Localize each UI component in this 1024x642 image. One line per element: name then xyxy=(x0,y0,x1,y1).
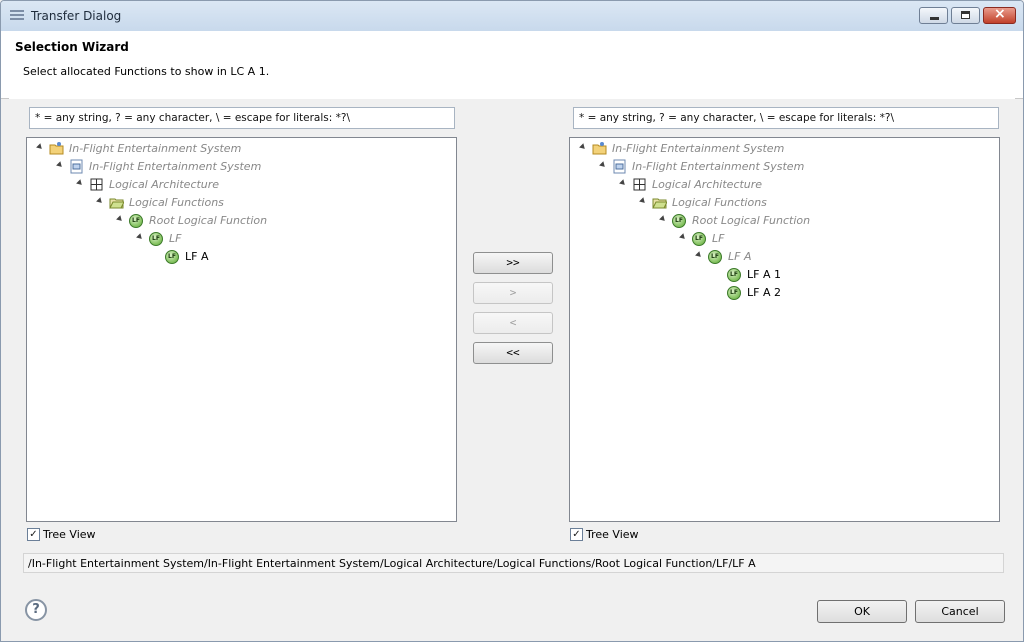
architecture-grid-icon xyxy=(633,178,646,191)
tree-node-label: LF A xyxy=(185,250,209,263)
logical-function-icon: LF xyxy=(692,232,706,246)
window-title: Transfer Dialog xyxy=(31,9,122,23)
tree-node-label: Root Logical Function xyxy=(692,214,811,227)
expand-toggle-icon[interactable] xyxy=(76,179,84,187)
expand-toggle-icon[interactable] xyxy=(116,215,124,223)
tree-node-label: In-Flight Entertainment System xyxy=(89,160,262,173)
logical-function-icon: LF xyxy=(727,286,741,300)
tree-node-label: Logical Architecture xyxy=(652,178,763,191)
tree-node-label: LF xyxy=(712,232,725,245)
right-filter-input[interactable] xyxy=(573,107,999,129)
close-icon: × xyxy=(994,6,1006,22)
header-divider xyxy=(9,98,1015,99)
checkbox-label: Tree View xyxy=(586,528,639,541)
close-button[interactable]: × xyxy=(983,6,1016,24)
expand-toggle-icon[interactable] xyxy=(579,143,587,151)
expand-toggle-icon[interactable] xyxy=(136,233,144,241)
expand-toggle-icon[interactable] xyxy=(96,197,104,205)
tree-node-label: LF xyxy=(169,232,182,245)
left-tree[interactable]: In-Flight Entertainment System In-Flight… xyxy=(26,137,457,522)
wizard-header: Selection Wizard Select allocated Functi… xyxy=(1,31,1023,99)
right-tree[interactable]: In-Flight Entertainment System In-Flight… xyxy=(569,137,1000,522)
expand-toggle-icon[interactable] xyxy=(56,161,64,169)
tree-node-label: In-Flight Entertainment System xyxy=(632,160,805,173)
tree-node-label: LF A xyxy=(728,250,752,263)
tree-node-label: In-Flight Entertainment System xyxy=(612,142,785,155)
folder-icon xyxy=(652,198,667,209)
logical-function-icon: LF xyxy=(708,250,722,264)
tree-node-label: Root Logical Function xyxy=(149,214,268,227)
minimize-button[interactable] xyxy=(919,7,948,24)
tree-node-label: Logical Functions xyxy=(129,196,224,209)
architecture-grid-icon xyxy=(90,178,103,191)
title-bar[interactable]: Transfer Dialog × xyxy=(1,1,1023,31)
checkbox-label: Tree View xyxy=(43,528,96,541)
ok-button[interactable]: OK xyxy=(817,600,907,623)
minimize-icon xyxy=(930,17,939,20)
add-button[interactable]: > xyxy=(473,282,553,304)
remove-button[interactable]: < xyxy=(473,312,553,334)
selected-path-field: /In-Flight Entertainment System/In-Fligh… xyxy=(23,553,1004,573)
expand-toggle-icon[interactable] xyxy=(695,251,703,259)
folder-icon xyxy=(109,198,124,209)
project-folder-icon xyxy=(49,142,64,155)
wizard-description: Select allocated Functions to show in LC… xyxy=(23,65,270,78)
cancel-button[interactable]: Cancel xyxy=(915,600,1005,623)
tree-node-label: LF A 2 xyxy=(747,286,781,299)
logical-function-icon: LF xyxy=(727,268,741,282)
tree-node-label: In-Flight Entertainment System xyxy=(69,142,242,155)
tree-node-label: Logical Functions xyxy=(672,196,767,209)
maximize-button[interactable] xyxy=(951,7,980,24)
expand-toggle-icon[interactable] xyxy=(679,233,687,241)
tree-node-label: LF A 1 xyxy=(747,268,781,281)
checkmark-icon[interactable]: ✓ xyxy=(570,528,583,541)
maximize-icon xyxy=(961,11,970,19)
add-all-button[interactable]: >> xyxy=(473,252,553,274)
tree-node-label: Logical Architecture xyxy=(109,178,220,191)
project-folder-icon xyxy=(592,142,607,155)
expand-toggle-icon[interactable] xyxy=(599,161,607,169)
left-filter-input[interactable] xyxy=(29,107,455,129)
dialog-app-icon xyxy=(10,10,24,22)
logical-function-icon: LF xyxy=(672,214,686,228)
expand-toggle-icon[interactable] xyxy=(639,197,647,205)
wizard-title: Selection Wizard xyxy=(15,40,129,54)
help-icon[interactable]: ? xyxy=(25,599,47,621)
system-model-icon xyxy=(70,159,83,174)
logical-function-icon: LF xyxy=(129,214,143,228)
system-model-icon xyxy=(613,159,626,174)
expand-toggle-icon[interactable] xyxy=(619,179,627,187)
logical-function-icon: LF xyxy=(149,232,163,246)
checkmark-icon[interactable]: ✓ xyxy=(27,528,40,541)
transfer-dialog: Transfer Dialog × Selection Wizard Selec… xyxy=(0,0,1024,642)
logical-function-icon: LF xyxy=(165,250,179,264)
expand-toggle-icon[interactable] xyxy=(659,215,667,223)
remove-all-button[interactable]: << xyxy=(473,342,553,364)
expand-toggle-icon[interactable] xyxy=(36,143,44,151)
